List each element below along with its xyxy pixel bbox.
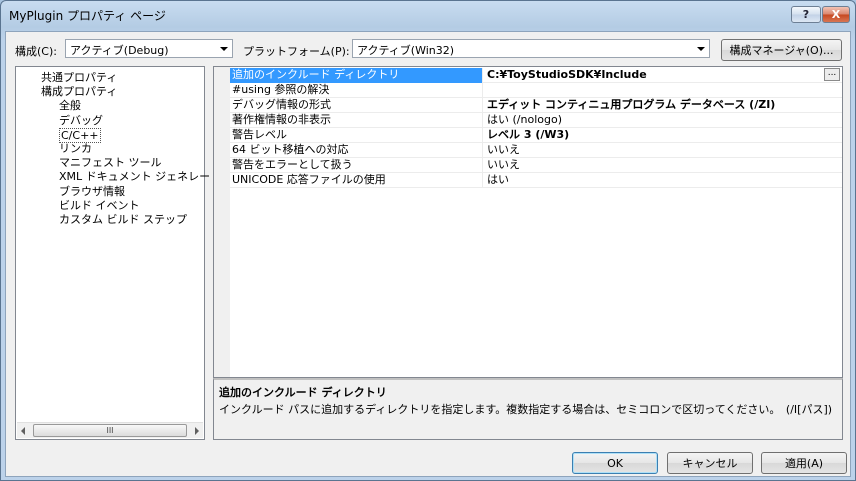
property-name[interactable]: 警告をエラーとして扱う	[230, 158, 483, 173]
help-button[interactable]: ?	[791, 6, 821, 23]
property-name[interactable]: 警告レベル	[230, 128, 483, 143]
property-row[interactable]: UNICODE 応答ファイルの使用 はい	[230, 173, 842, 188]
description-title: 追加のインクルード ディレクトリ	[219, 386, 387, 399]
tree-item[interactable]: カスタム ビルド ステップ	[59, 213, 187, 226]
property-value[interactable]: C:¥ToyStudioSDK¥Include	[484, 68, 842, 83]
property-row[interactable]: #using 参照の解決	[230, 83, 842, 98]
platform-combo[interactable]: アクティブ(Win32)	[352, 39, 710, 58]
tree-item[interactable]: リンカ	[59, 142, 92, 155]
scroll-thumb[interactable]: III	[33, 424, 187, 437]
title-bar[interactable]: MyPlugin プロパティ ページ ? X	[1, 1, 855, 29]
property-value[interactable]: いいえ	[484, 158, 842, 173]
property-grid-margin	[214, 67, 230, 377]
config-combo[interactable]: アクティブ(Debug)	[65, 39, 233, 58]
scroll-right-icon[interactable]	[195, 427, 199, 435]
property-pages-window: MyPlugin プロパティ ページ ? X 構成(C): アクティブ(Debu…	[0, 0, 856, 481]
property-value[interactable]: レベル 3 (/W3)	[484, 128, 842, 143]
config-combo-value: アクティブ(Debug)	[70, 44, 169, 57]
tree-item[interactable]: マニフェスト ツール	[59, 156, 162, 169]
ok-button[interactable]: OK	[572, 452, 658, 474]
property-name[interactable]: #using 参照の解決	[230, 83, 483, 98]
scroll-left-icon[interactable]	[21, 427, 25, 435]
description-text: インクルード パスに追加するディレクトリを指定します。複数指定する場合は、セミコ…	[219, 403, 833, 416]
property-row[interactable]: 著作権情報の非表示 はい (/nologo)	[230, 113, 842, 128]
category-tree[interactable]: 共通プロパティ 構成プロパティ 全般デバッグ C/C++ リンカ マニフェスト ツール XM…	[15, 66, 210, 440]
property-name[interactable]: UNICODE 応答ファイルの使用	[230, 173, 483, 188]
browse-ellipsis-button[interactable]: ...	[824, 68, 840, 81]
property-value[interactable]	[484, 83, 842, 98]
tree-item[interactable]: ブラウザ情報	[59, 185, 125, 198]
property-grid[interactable]: 追加のインクルード ディレクトリ C:¥ToyStudioSDK¥Include.…	[213, 66, 843, 378]
property-name[interactable]: 追加のインクルード ディレクトリ	[230, 68, 483, 83]
close-button[interactable]: X	[822, 6, 850, 23]
property-value[interactable]: はい (/nologo)	[484, 113, 842, 128]
tree-item[interactable]: 構成プロパティ	[41, 85, 117, 98]
tree-item[interactable]: 共通プロパティ	[41, 71, 117, 84]
tree-item[interactable]: C/C++	[59, 127, 101, 143]
tree-item[interactable]: 全般	[59, 99, 81, 112]
tree-item[interactable]: デバッグ	[59, 114, 103, 127]
platform-label: プラットフォーム(P):	[243, 45, 350, 58]
platform-combo-value: アクティブ(Win32)	[357, 44, 455, 57]
property-value[interactable]: はい	[484, 173, 842, 188]
property-row[interactable]: 警告レベル レベル 3 (/W3)	[230, 128, 842, 143]
cancel-button[interactable]: キャンセル	[667, 452, 753, 474]
property-row[interactable]: 追加のインクルード ディレクトリ C:¥ToyStudioSDK¥Include.…	[230, 68, 842, 83]
property-row[interactable]: 警告をエラーとして扱う いいえ	[230, 158, 842, 173]
description-panel: 追加のインクルード ディレクトリ インクルード パスに追加するディレクトリを指定…	[213, 378, 843, 440]
property-name[interactable]: 著作権情報の非表示	[230, 113, 483, 128]
property-value[interactable]: いいえ	[484, 143, 842, 158]
property-name[interactable]: 64 ビット移植への対応	[230, 143, 483, 158]
property-value[interactable]: エディット コンティニュ用プログラム データベース (/ZI)	[484, 98, 842, 113]
tree-horizontal-scrollbar[interactable]: III	[17, 422, 203, 438]
tree-item[interactable]: XML ドキュメント ジェネレー	[59, 170, 210, 183]
config-label: 構成(C):	[15, 45, 57, 58]
property-name[interactable]: デバッグ情報の形式	[230, 98, 483, 113]
config-manager-button[interactable]: 構成マネージャ(O)...	[721, 39, 842, 61]
chevron-down-icon	[220, 47, 228, 51]
property-row[interactable]: 64 ビット移植への対応 いいえ	[230, 143, 842, 158]
property-row[interactable]: デバッグ情報の形式 エディット コンティニュ用プログラム データベース (/ZI)	[230, 98, 842, 113]
apply-button[interactable]: 適用(A)	[761, 452, 847, 474]
window-title: MyPlugin プロパティ ページ	[9, 9, 166, 23]
dialog-client-area: 構成(C): アクティブ(Debug) プラットフォーム(P): アクティブ(W…	[5, 31, 851, 477]
tree-item[interactable]: ビルド イベント	[59, 199, 140, 212]
chevron-down-icon	[697, 47, 705, 51]
